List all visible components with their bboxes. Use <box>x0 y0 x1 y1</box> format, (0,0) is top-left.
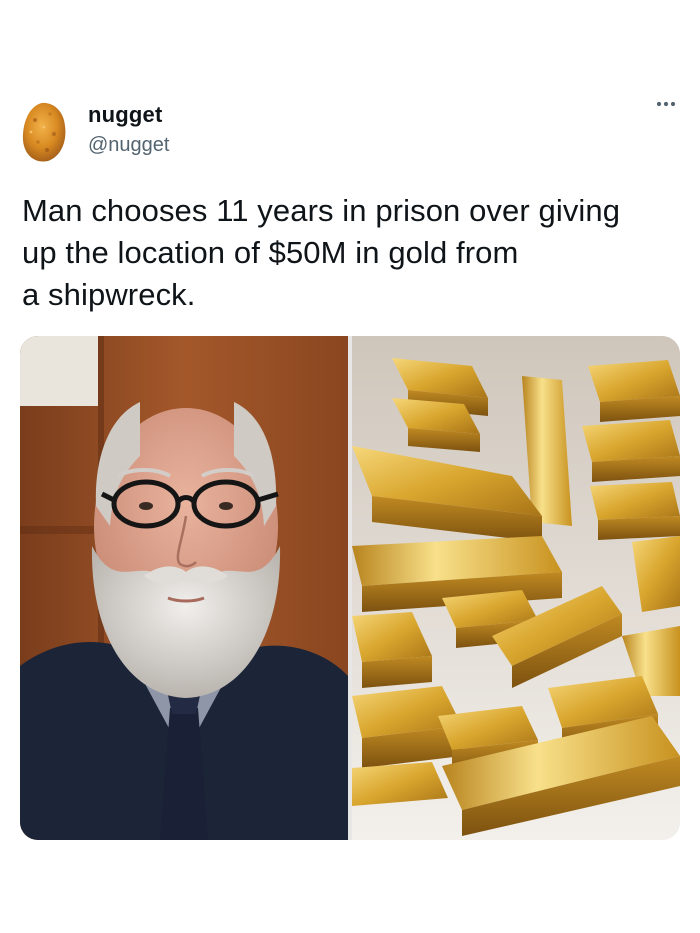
tweet-text: Man chooses 11 years in prison over givi… <box>22 190 682 316</box>
tweet-text-line: up the location of $50M in gold from <box>22 235 519 270</box>
tweet-text-line: Man chooses 11 years in prison over givi… <box>22 193 621 228</box>
tweet-card: nugget @nugget Man chooses 11 years in p… <box>0 0 700 933</box>
more-options-button[interactable] <box>650 92 682 116</box>
gold-bars-photo[interactable] <box>352 336 680 840</box>
user-handle[interactable]: @nugget <box>88 134 169 157</box>
gold-bars-image <box>352 336 680 840</box>
tweet-media[interactable] <box>20 336 680 840</box>
more-horizontal-icon <box>656 101 676 107</box>
display-name[interactable]: nugget <box>88 102 163 128</box>
chicken-nugget-avatar-icon <box>22 102 66 162</box>
avatar[interactable] <box>20 100 68 164</box>
tweet-text-line: a shipwreck. <box>22 277 196 312</box>
portrait-image <box>20 336 348 840</box>
portrait-photo[interactable] <box>20 336 348 840</box>
